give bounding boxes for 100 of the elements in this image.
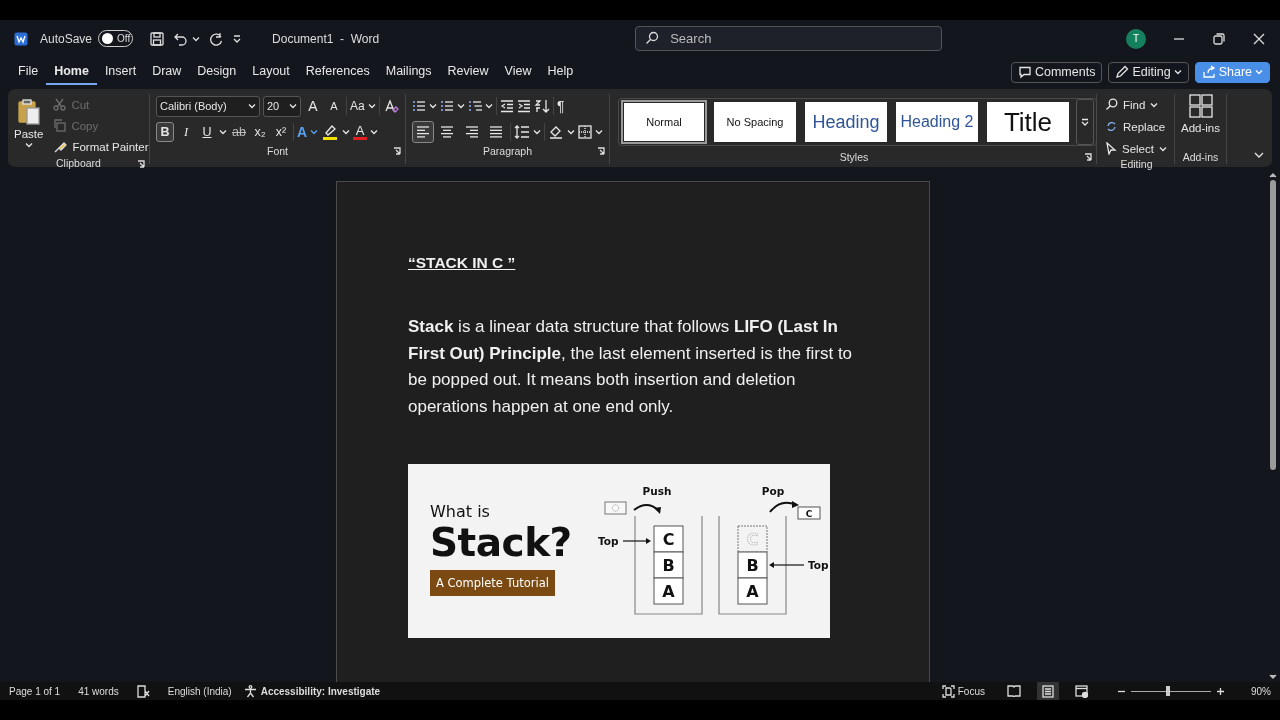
menu-tab[interactable]: Mailings	[377, 59, 440, 85]
style-option[interactable]: Heading	[803, 100, 889, 145]
avatar[interactable]: T	[1126, 28, 1146, 49]
menu-tab[interactable]: References	[297, 59, 378, 85]
style-option[interactable]: Normal	[621, 100, 707, 145]
brush-icon	[53, 140, 68, 154]
painter-button[interactable]: Format Painter	[53, 136, 149, 158]
zoom-in-icon[interactable]	[1216, 686, 1225, 696]
clear-formatting-icon[interactable]	[382, 98, 399, 115]
align-button[interactable]	[412, 121, 434, 144]
collapse-ribbon-icon[interactable]	[1254, 151, 1264, 160]
language-status[interactable]: English (India)	[167, 685, 232, 697]
focus-button[interactable]: Focus	[941, 684, 985, 698]
page-count[interactable]: Page 1 of 1	[9, 685, 61, 697]
tutorial-badge: A Complete Tutorial	[430, 570, 555, 596]
scroll-up-icon[interactable]	[1269, 172, 1277, 178]
replace-icon	[1105, 120, 1118, 134]
web-layout-icon	[1075, 684, 1089, 698]
zoom-level[interactable]: 90%	[1251, 685, 1271, 697]
font-name-field[interactable]: Calibri (Body)	[156, 95, 260, 117]
search-icon	[645, 31, 660, 46]
stack-cell: B	[737, 551, 768, 579]
style-option[interactable]: Heading 2	[894, 100, 980, 145]
underline-button[interactable]: U	[198, 122, 216, 143]
borders-icon[interactable]	[578, 125, 592, 140]
autosave-label: AutoSave	[40, 31, 93, 46]
show-marks-button[interactable]: ¶	[557, 98, 565, 115]
redo-icon[interactable]	[208, 30, 225, 47]
restore-icon[interactable]	[1212, 31, 1226, 46]
replace-button[interactable]: Replace	[1105, 117, 1168, 137]
close-icon[interactable]	[1252, 31, 1266, 46]
menu-tab[interactable]: Insert	[96, 59, 145, 85]
empty-cell: C	[737, 525, 768, 553]
stack-cell: A	[737, 577, 768, 605]
shading-icon[interactable]	[548, 124, 564, 141]
action-label: Push	[642, 485, 672, 497]
print-view-button[interactable]	[1037, 682, 1059, 700]
grow-font-button[interactable]: A	[304, 96, 322, 117]
align-justify-icon	[489, 125, 504, 140]
menu-tab[interactable]: Home	[46, 59, 97, 85]
search-field[interactable]: Search	[635, 26, 943, 52]
dialog-launcher-icon[interactable]	[137, 160, 145, 169]
word-count[interactable]: 41 words	[78, 685, 119, 697]
more-styles-button[interactable]	[1076, 99, 1094, 146]
menu-tab[interactable]: Review	[439, 59, 497, 85]
decrease-indent-icon[interactable]	[500, 99, 514, 114]
save-icon[interactable]	[149, 30, 166, 47]
placeholder-cell-icon	[604, 501, 627, 515]
select-button[interactable]: Select	[1105, 139, 1168, 159]
action-label: Pop	[761, 485, 785, 497]
style-option[interactable]: Title	[985, 100, 1071, 145]
scroll-down-icon[interactable]	[1269, 674, 1277, 680]
sort-icon[interactable]	[534, 99, 550, 114]
menu-tab[interactable]: Layout	[244, 59, 298, 85]
menu-tab[interactable]: Draw	[144, 59, 190, 85]
subscript-button[interactable]: x₂	[251, 122, 269, 143]
read-mode-icon	[1007, 685, 1021, 697]
popped-cell: C	[797, 506, 821, 520]
dialog-launcher-icon[interactable]	[393, 147, 401, 156]
pointer-icon	[1105, 142, 1117, 156]
superscript-button[interactable]: x²	[272, 122, 290, 143]
app-logo-icon	[14, 31, 28, 46]
add-ins-button[interactable]: Add-ins	[1179, 94, 1222, 135]
line-spacing-icon[interactable]	[514, 125, 531, 140]
bold-button[interactable]: B	[156, 122, 174, 143]
copy-icon	[53, 119, 67, 133]
dialog-launcher-icon[interactable]	[597, 147, 605, 156]
style-option[interactable]: No Spacing	[712, 100, 798, 145]
multilevel-list-icon	[468, 99, 482, 114]
shrink-font-button[interactable]: A	[325, 96, 343, 117]
paste-button[interactable]: Paste	[14, 94, 44, 158]
comment-icon	[1017, 65, 1032, 80]
align-left-icon	[415, 125, 430, 140]
figure-subtitle: What is	[430, 502, 491, 521]
align-center-icon	[440, 125, 455, 140]
italic-button[interactable]: I	[177, 122, 195, 143]
font-color-button[interactable]: A	[353, 124, 368, 141]
accessibility-status[interactable]: Accessibility: Investigate	[260, 685, 381, 697]
menu-tab[interactable]: Help	[539, 59, 582, 85]
change-case-button[interactable]: Aa	[350, 99, 376, 114]
grid-icon	[1188, 94, 1213, 119]
highlighter-icon[interactable]	[321, 124, 340, 141]
pencil-icon	[1115, 65, 1130, 80]
comments-button[interactable]: Comments	[1010, 61, 1103, 83]
top-label: Top	[808, 559, 829, 571]
curved-arrow	[633, 504, 661, 514]
increase-indent-icon[interactable]	[517, 99, 531, 114]
editing-button[interactable]: Editing	[1108, 61, 1189, 83]
customize-icon[interactable]	[232, 33, 243, 44]
strike-button[interactable]: ab	[230, 122, 248, 143]
dialog-launcher-icon[interactable]	[1084, 153, 1092, 162]
curved-arrow	[769, 501, 799, 513]
menu-tab[interactable]: Design	[189, 59, 245, 85]
proofing-icon[interactable]	[136, 684, 150, 698]
font-size-field[interactable]: 20	[263, 95, 301, 117]
text-effects-button[interactable]: A	[297, 124, 319, 141]
menu-tab[interactable]: File	[10, 59, 47, 85]
accessibility-icon[interactable]	[243, 684, 257, 698]
menu-tab[interactable]: View	[496, 59, 540, 85]
find-button[interactable]: Find	[1105, 95, 1168, 115]
